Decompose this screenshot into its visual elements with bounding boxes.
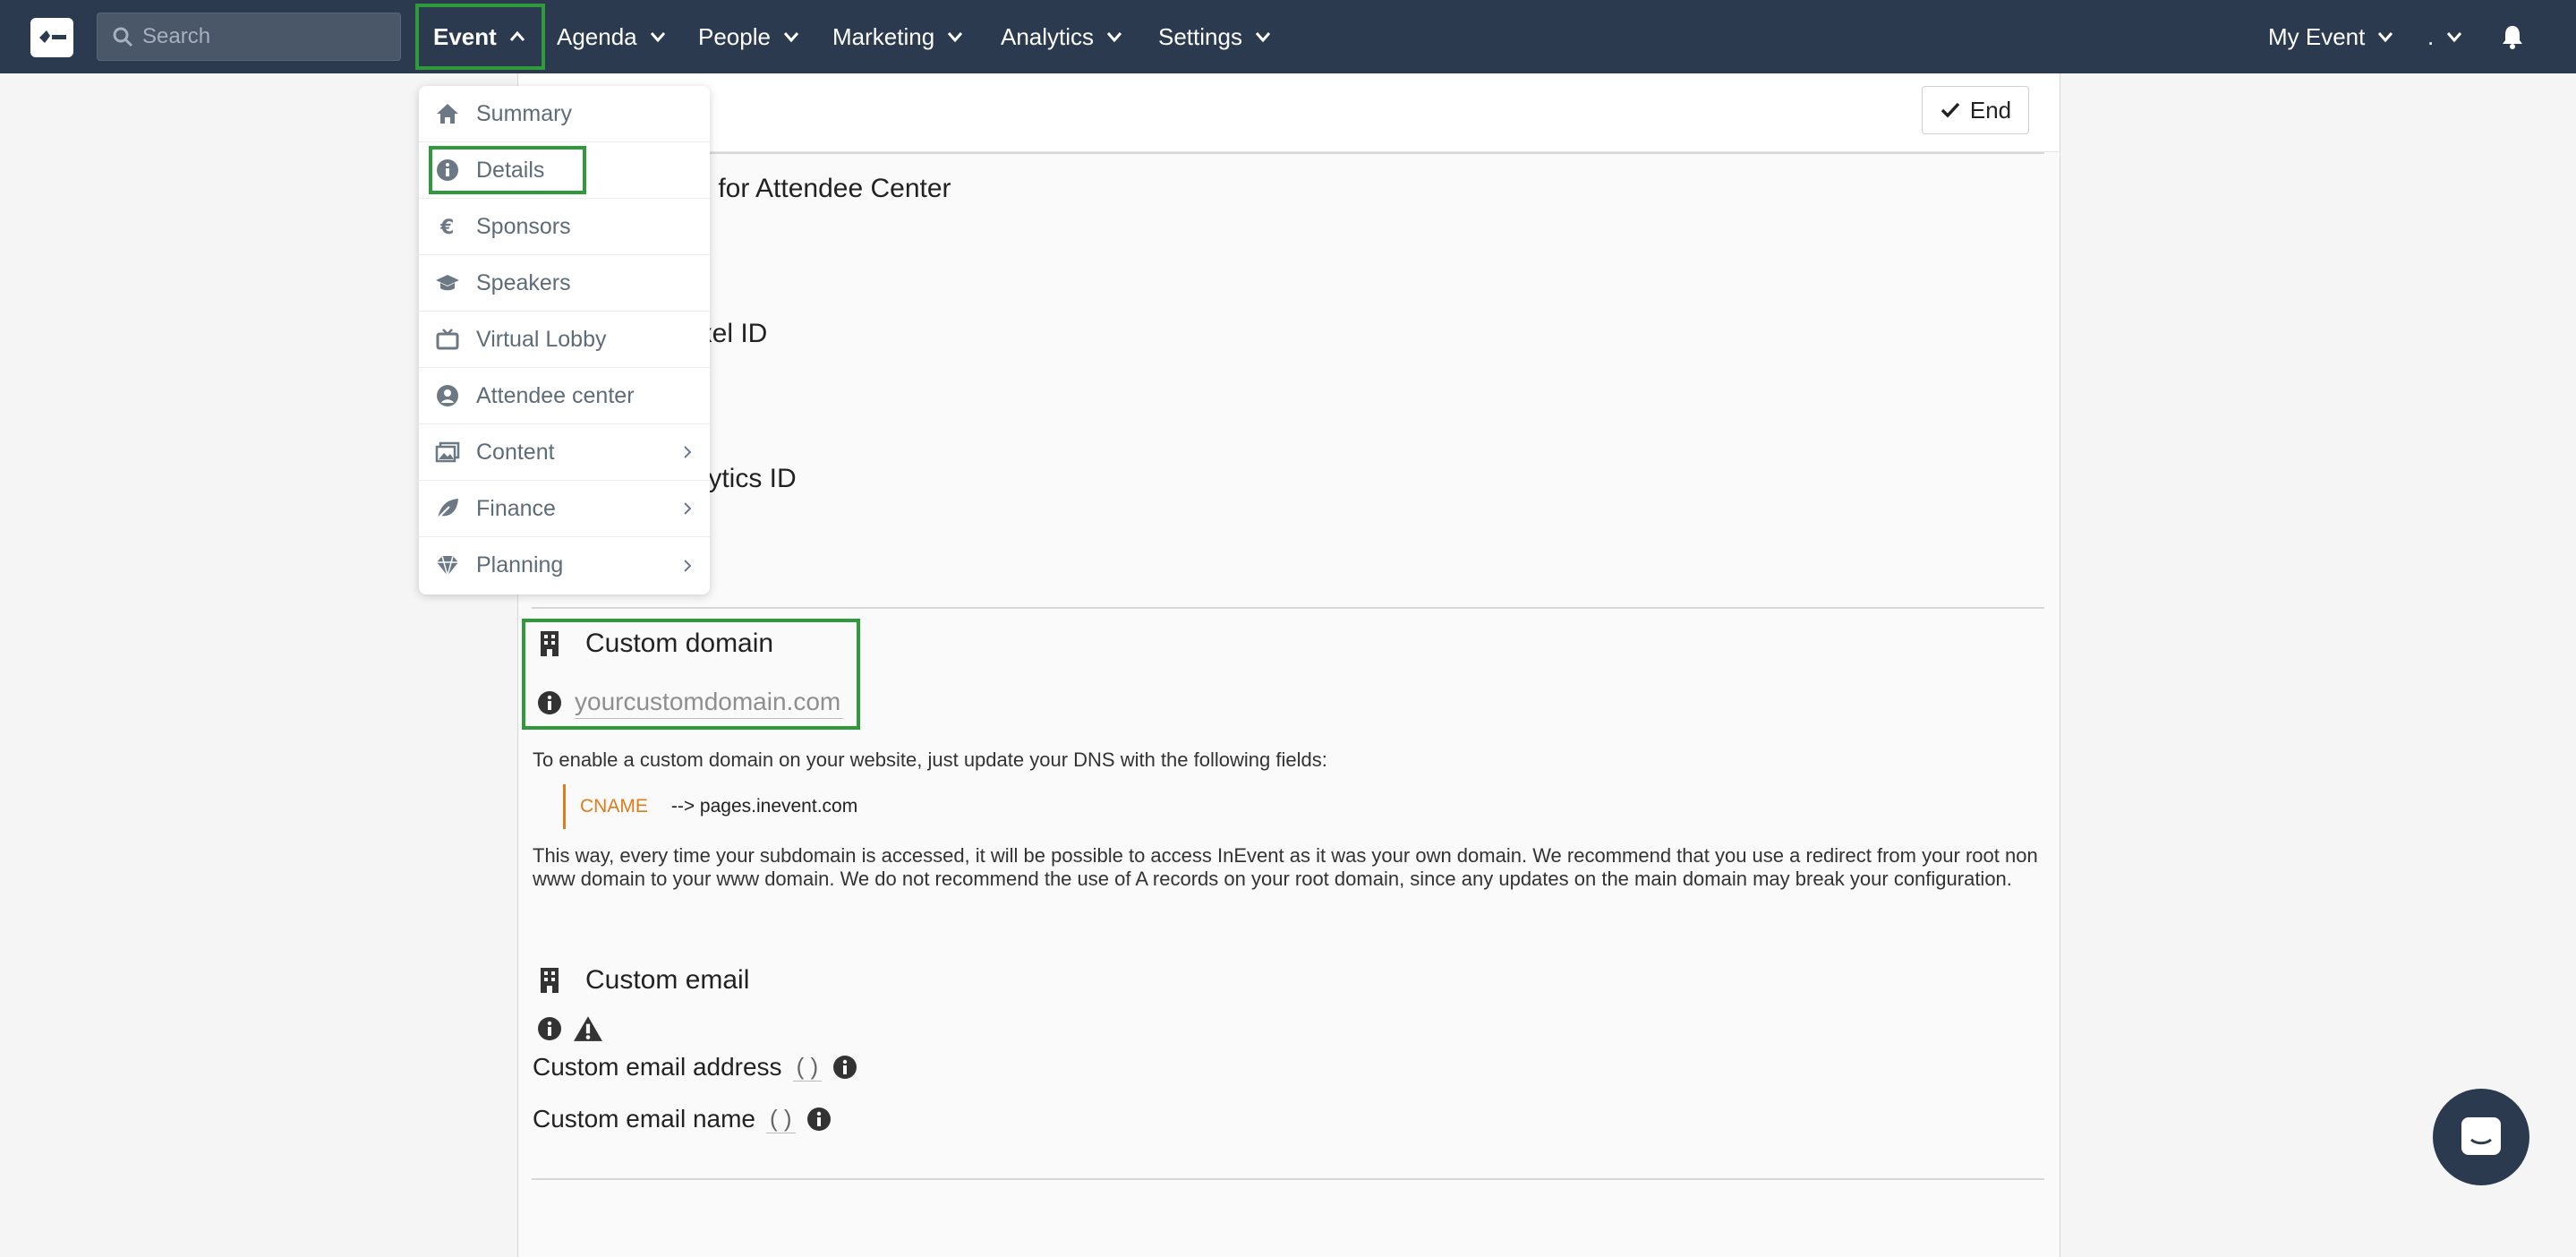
- menu-item-label: Finance: [476, 495, 556, 521]
- nav-settings-label: Settings: [1158, 22, 1242, 50]
- nav-analytics[interactable]: Analytics: [1001, 0, 1124, 73]
- nav-marketing[interactable]: Marketing: [832, 0, 965, 73]
- chevron-down-icon: [2447, 32, 2462, 43]
- my-event-menu[interactable]: My Event: [2268, 0, 2395, 73]
- divider: [532, 152, 2044, 154]
- chat-icon: [2461, 1117, 2501, 1155]
- card-header: End: [518, 73, 2060, 152]
- menu-item-speakers[interactable]: Speakers: [419, 255, 710, 312]
- nav-analytics-label: Analytics: [1001, 22, 1095, 50]
- warning-icon: [574, 1016, 602, 1041]
- divider: [532, 1178, 2044, 1180]
- my-event-label: My Event: [2268, 22, 2366, 50]
- chevron-down-icon: [783, 32, 799, 43]
- search-icon: [113, 27, 133, 47]
- account-menu-label: .: [2427, 22, 2435, 50]
- details-highlight: [429, 146, 586, 194]
- account-menu[interactable]: .: [2427, 0, 2464, 73]
- custom-domain-intro: To enable a custom domain on your websit…: [533, 748, 1327, 771]
- menu-item-label: Content: [476, 439, 555, 465]
- nav-event[interactable]: Event: [415, 4, 545, 70]
- nav-marketing-label: Marketing: [832, 22, 935, 50]
- chevron-down-icon: [1255, 32, 1271, 43]
- svg-text:€: €: [439, 217, 454, 239]
- custom-email-address-value[interactable]: ( ): [792, 1053, 823, 1082]
- custom-domain-field-row: [537, 686, 843, 719]
- chat-launcher[interactable]: [2433, 1089, 2529, 1185]
- building-icon: [541, 631, 559, 656]
- chevron-right-icon: [684, 502, 692, 515]
- section-attendee-center-partial: S for Attendee Center: [693, 174, 951, 203]
- menu-item-attendee-center[interactable]: Attendee center: [419, 368, 710, 424]
- tv-icon: [436, 329, 459, 350]
- cname-record: CNAME --> pages.inevent.com: [563, 784, 857, 829]
- end-button[interactable]: End: [1922, 86, 2029, 134]
- menu-item-label: Speakers: [476, 269, 571, 295]
- menu-item-finance[interactable]: Finance: [419, 481, 710, 537]
- chevron-down-icon: [650, 32, 665, 43]
- menu-item-label: Summary: [476, 100, 572, 126]
- bell-icon[interactable]: [2500, 23, 2525, 50]
- chevron-right-icon: [684, 446, 692, 458]
- nav-people-label: People: [698, 22, 771, 50]
- custom-email-address-label: Custom email address: [533, 1053, 782, 1081]
- menu-item-label: Planning: [476, 552, 564, 577]
- menu-item-sponsors[interactable]: € Sponsors: [419, 199, 710, 255]
- nav-agenda[interactable]: Agenda: [557, 0, 668, 73]
- graduation-cap-icon: [436, 275, 459, 291]
- custom-email-heading: Custom email: [539, 965, 749, 996]
- menu-item-label: Sponsors: [476, 213, 571, 239]
- logo-icon: [39, 30, 66, 43]
- images-icon: [435, 441, 460, 463]
- custom-email-address-row: Custom email address ( ): [533, 1053, 857, 1082]
- check-icon: [1941, 102, 1960, 118]
- user-circle-icon: [437, 385, 458, 406]
- info-icon[interactable]: [537, 1016, 562, 1041]
- chevron-down-icon: [2378, 32, 2393, 43]
- custom-domain-heading: Custom domain: [539, 628, 773, 659]
- home-icon: [437, 104, 458, 124]
- info-icon[interactable]: [832, 1055, 857, 1080]
- end-button-label: End: [1969, 96, 2012, 124]
- top-navigation-bar: Event Agenda People Marketing Analytics …: [0, 0, 2576, 73]
- menu-item-label: Virtual Lobby: [476, 326, 607, 352]
- custom-email-name-value[interactable]: ( ): [765, 1105, 796, 1133]
- chevron-down-icon: [948, 32, 963, 43]
- menu-item-planning[interactable]: Planning: [419, 537, 710, 594]
- cname-record-value: --> pages.inevent.com: [670, 796, 858, 817]
- nav-agenda-label: Agenda: [557, 22, 637, 50]
- euro-icon: €: [439, 217, 454, 239]
- cname-record-type: CNAME: [580, 796, 648, 817]
- divider: [532, 607, 2044, 609]
- diamond-icon: [437, 555, 458, 578]
- chevron-right-icon: [684, 559, 692, 572]
- nav-settings[interactable]: Settings: [1158, 0, 1273, 73]
- custom-email-name-row: Custom email name ( ): [533, 1105, 832, 1133]
- custom-email-name-label: Custom email name: [533, 1105, 755, 1133]
- info-icon[interactable]: [806, 1107, 832, 1132]
- menu-item-content[interactable]: Content: [419, 424, 710, 481]
- leaf-icon: [437, 499, 458, 519]
- chevron-down-icon: [1106, 32, 1122, 43]
- nav-people[interactable]: People: [698, 0, 801, 73]
- inevent-logo[interactable]: [30, 18, 73, 57]
- custom-email-title: Custom email: [585, 965, 750, 995]
- custom-email-status-icons: [537, 1015, 603, 1042]
- building-icon: [541, 968, 559, 993]
- menu-item-label: Attendee center: [476, 382, 635, 408]
- info-icon[interactable]: [537, 690, 562, 715]
- search-box[interactable]: [97, 13, 401, 61]
- menu-item-summary[interactable]: Summary: [419, 86, 710, 142]
- custom-domain-title: Custom domain: [585, 628, 774, 658]
- search-input[interactable]: [142, 24, 393, 49]
- chevron-up-icon: [509, 30, 525, 41]
- custom-domain-note: This way, every time your subdomain is a…: [533, 844, 2038, 890]
- menu-item-virtual-lobby[interactable]: Virtual Lobby: [419, 312, 710, 368]
- nav-event-label: Event: [433, 22, 497, 50]
- custom-domain-input[interactable]: [575, 686, 843, 719]
